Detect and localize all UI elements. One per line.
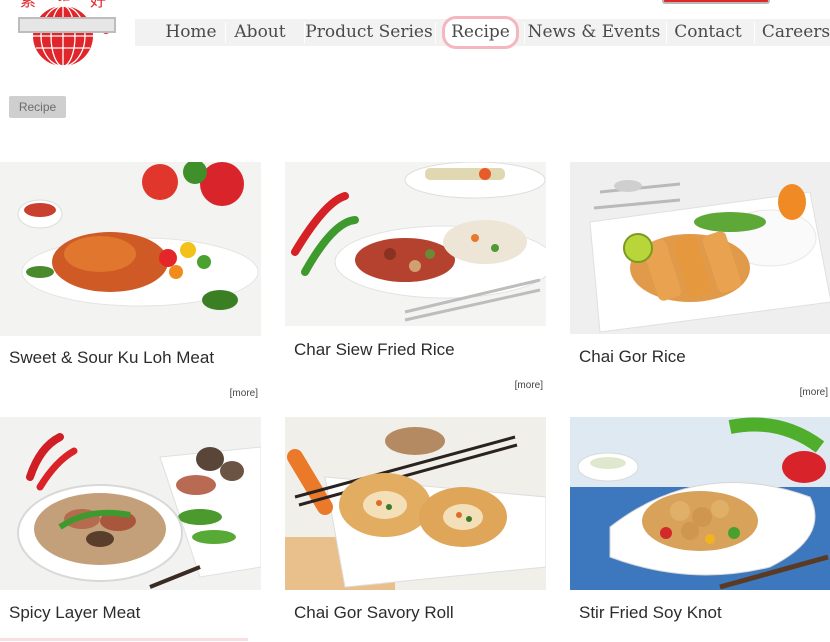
main-nav: Home About Product Series Recipe News & …: [135, 16, 830, 49]
logo-globe-icon: 素 雅 好: [20, 0, 110, 67]
stir-fried-soy-knot-photo[interactable]: [570, 417, 830, 590]
recipe-title[interactable]: Chai Gor Savory Roll: [294, 603, 454, 623]
svg-text:好: 好: [90, 0, 106, 10]
logo-text-placeholder: [18, 17, 116, 33]
nav-news-events[interactable]: News & Events: [527, 19, 661, 46]
recipe-title[interactable]: Spicy Layer Meat: [9, 603, 140, 623]
recipe-title[interactable]: Sweet & Sour Ku Loh Meat: [9, 348, 214, 368]
more-link[interactable]: [more]: [515, 380, 543, 391]
nav-home[interactable]: Home: [145, 19, 237, 46]
breadcrumb[interactable]: Recipe: [9, 96, 66, 118]
chai-gor-savory-roll-photo[interactable]: [285, 417, 546, 590]
nav-about[interactable]: About: [226, 19, 294, 46]
nav-careers[interactable]: Careers: [759, 19, 830, 46]
nav-divider: [524, 22, 525, 43]
logo[interactable]: 素 雅 好: [8, 0, 116, 70]
top-red-button[interactable]: [662, 0, 770, 4]
nav-divider: [754, 22, 755, 43]
nav-divider: [666, 22, 667, 43]
nav-divider: [435, 22, 436, 43]
more-link[interactable]: [more]: [800, 387, 828, 398]
nav-product-series[interactable]: Product Series: [305, 19, 433, 46]
sweet-sour-ku-loh-meat-photo[interactable]: [0, 162, 261, 336]
recipe-title[interactable]: Char Siew Fried Rice: [294, 340, 455, 360]
nav-contact[interactable]: Contact: [668, 19, 748, 46]
svg-text:雅: 雅: [56, 0, 70, 4]
chai-gor-rice-photo[interactable]: [570, 162, 830, 334]
more-link[interactable]: [more]: [230, 388, 258, 399]
recipe-title[interactable]: Chai Gor Rice: [579, 347, 686, 367]
logo-lettering: 素: [20, 0, 36, 10]
spicy-layer-meat-photo[interactable]: [0, 417, 261, 590]
char-siew-fried-rice-photo[interactable]: [285, 162, 546, 326]
recipe-title[interactable]: Stir Fried Soy Knot: [579, 603, 722, 623]
footer-divider: [0, 638, 248, 641]
nav-recipe[interactable]: Recipe: [442, 16, 519, 49]
